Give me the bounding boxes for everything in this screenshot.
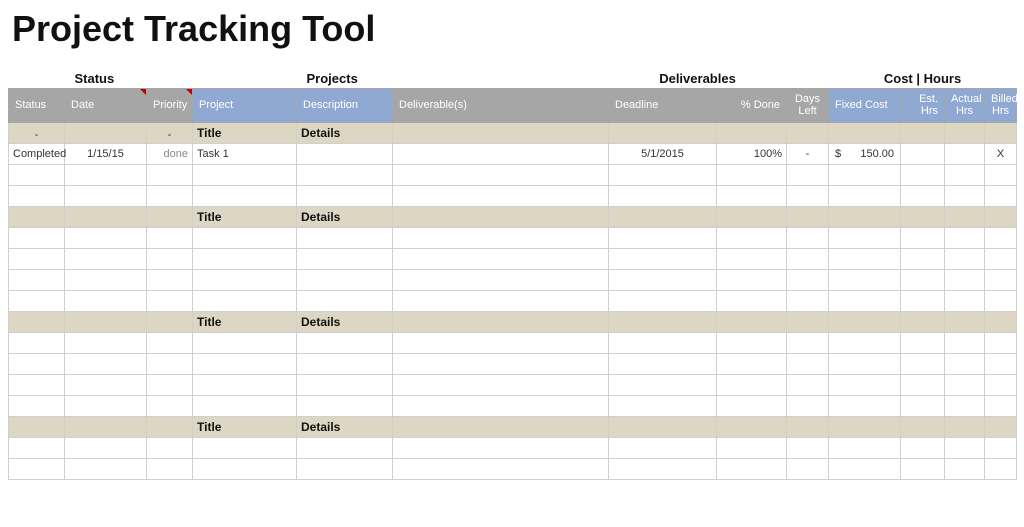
section-details: Details	[297, 206, 393, 227]
group-deliverables: Deliverables	[609, 68, 787, 88]
col-billed-hrs[interactable]: Billed Hrs	[985, 88, 1017, 122]
group-status: Status	[65, 68, 147, 88]
section-details: Details	[297, 416, 393, 437]
cell-deadline[interactable]: 5/1/2015	[609, 143, 717, 164]
group-label-row: Status Projects Deliverables Cost | Hour…	[9, 68, 1017, 88]
table-row[interactable]	[9, 332, 1017, 353]
cell-status[interactable]: Completed	[9, 143, 65, 164]
col-status[interactable]: Status	[9, 88, 65, 122]
cell-description[interactable]	[297, 143, 393, 164]
col-actual-hrs[interactable]: Actual Hrs	[945, 88, 985, 122]
col-deadline[interactable]: Deadline	[609, 88, 717, 122]
cell-project[interactable]: Task 1	[193, 143, 297, 164]
section-title: Title	[193, 416, 297, 437]
section-details: Details	[297, 122, 393, 143]
table-row[interactable]	[9, 458, 1017, 479]
section-header-row: Title Details	[9, 206, 1017, 227]
section-details: Details	[297, 311, 393, 332]
table-row[interactable]	[9, 164, 1017, 185]
cell-billed-hrs[interactable]: X	[985, 143, 1017, 164]
section-title: Title	[193, 122, 297, 143]
currency-symbol: $	[835, 148, 841, 160]
cell-est-hrs[interactable]	[901, 143, 945, 164]
col-est-hrs[interactable]: Est. Hrs	[901, 88, 945, 122]
cell-fixed-cost[interactable]: $ 150.00	[829, 143, 901, 164]
cell-pct-done[interactable]: 100%	[717, 143, 787, 164]
col-days-left[interactable]: Days Left	[787, 88, 829, 122]
section-header-row: - - Title Details	[9, 122, 1017, 143]
table-row[interactable]	[9, 395, 1017, 416]
section-title: Title	[193, 206, 297, 227]
section-header-row: Title Details	[9, 311, 1017, 332]
col-project[interactable]: Project	[193, 88, 297, 122]
table-row[interactable]: Completed 1/15/15 done Task 1 5/1/2015 1…	[9, 143, 1017, 164]
section-priority-dash: -	[147, 122, 193, 143]
table-row[interactable]	[9, 353, 1017, 374]
currency-value: 150.00	[860, 148, 894, 160]
table-row[interactable]	[9, 290, 1017, 311]
cell-priority[interactable]: done	[147, 143, 193, 164]
table-row[interactable]	[9, 227, 1017, 248]
table-row[interactable]	[9, 269, 1017, 290]
col-date[interactable]: Date	[65, 88, 147, 122]
tracking-table: Status Projects Deliverables Cost | Hour…	[8, 68, 1017, 480]
section-title: Title	[193, 311, 297, 332]
group-projects: Projects	[297, 68, 393, 88]
col-deliverables[interactable]: Deliverable(s)	[393, 88, 609, 122]
col-fixed-cost[interactable]: Fixed Cost	[829, 88, 901, 122]
cell-date[interactable]: 1/15/15	[65, 143, 147, 164]
group-cost-hours: Cost | Hours	[829, 68, 1017, 88]
table-row[interactable]	[9, 185, 1017, 206]
table-row[interactable]	[9, 374, 1017, 395]
header-row: Status Date Priority Project Description…	[9, 88, 1017, 122]
section-status-dash: -	[9, 122, 65, 143]
cell-deliverables[interactable]	[393, 143, 609, 164]
page-title: Project Tracking Tool	[12, 8, 1022, 50]
cell-actual-hrs[interactable]	[945, 143, 985, 164]
col-priority[interactable]: Priority	[147, 88, 193, 122]
table-row[interactable]	[9, 437, 1017, 458]
section-header-row: Title Details	[9, 416, 1017, 437]
col-pct-done[interactable]: % Done	[717, 88, 787, 122]
col-description[interactable]: Description	[297, 88, 393, 122]
table-row[interactable]	[9, 248, 1017, 269]
cell-days-left[interactable]: -	[787, 143, 829, 164]
